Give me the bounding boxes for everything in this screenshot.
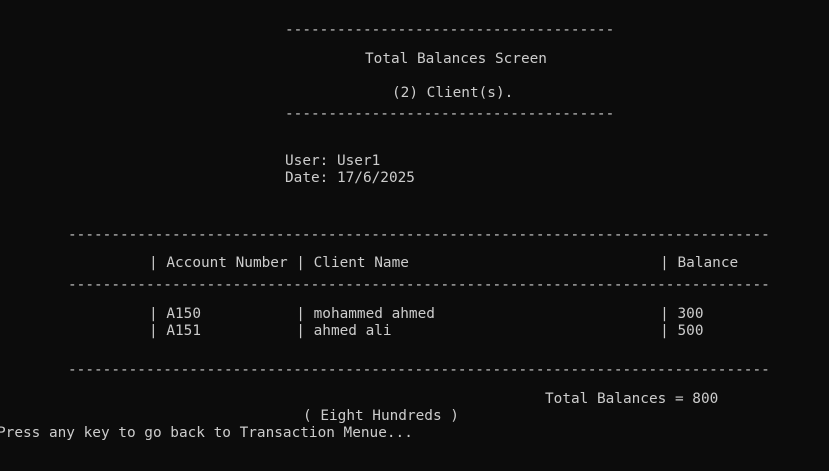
table-top-separator: ----------------------------------------…	[68, 227, 770, 243]
table-row: | A150 | mohammed ahmed | 300	[149, 306, 704, 322]
console-window[interactable]: -------------------------------------- T…	[0, 0, 829, 471]
table-row: | A151 | ahmed ali | 500	[149, 323, 704, 339]
client-count: (2) Client(s).	[392, 85, 514, 101]
date-line: Date: 17/6/2025	[285, 170, 415, 186]
table-header-separator: ----------------------------------------…	[68, 277, 770, 293]
header-top-separator: --------------------------------------	[285, 22, 615, 38]
total-balances: Total Balances = 800	[545, 391, 719, 407]
header-bottom-separator: --------------------------------------	[285, 106, 615, 122]
press-key-prompt: Press any key to go back to Transaction …	[0, 425, 413, 441]
table-header: | Account Number | Client Name | Balance	[149, 255, 739, 271]
total-in-words: ( Eight Hundreds )	[303, 408, 459, 424]
user-line: User: User1	[285, 153, 381, 169]
screen-title: Total Balances Screen	[365, 51, 547, 67]
table-bottom-separator: ----------------------------------------…	[68, 362, 770, 378]
